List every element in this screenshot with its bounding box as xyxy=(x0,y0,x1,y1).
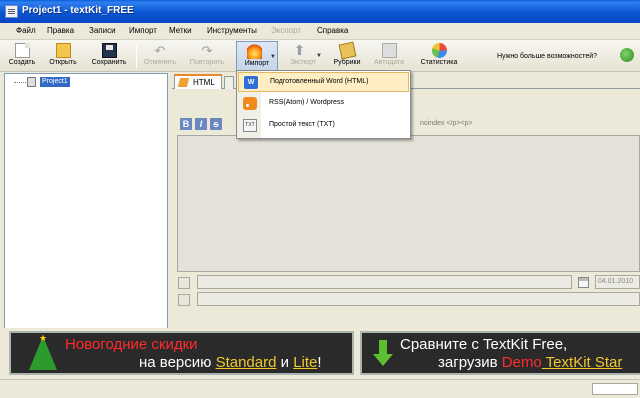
title-bar[interactable]: Project1 - textKit_FREE xyxy=(0,0,640,23)
import-button[interactable]: Импорт ▼ xyxy=(236,41,278,71)
menu-bar: Файл Правка Записи Импорт Метки Инструме… xyxy=(0,23,640,40)
export-button-label: Экспорт xyxy=(289,59,317,66)
html-tab-icon xyxy=(177,78,190,87)
italic-button[interactable]: I xyxy=(195,118,207,130)
star-icon: ★ xyxy=(39,333,48,343)
discount-banner-line1: Новогодние скидки xyxy=(65,336,198,353)
download-arrow-icon xyxy=(373,340,393,368)
create-button[interactable]: Создать xyxy=(4,41,40,71)
autodate-button-label: Автодата xyxy=(374,59,404,66)
save-button[interactable]: Сохранить xyxy=(86,41,132,71)
import-dropdown-menu: W Подготовленный Word (HTML) RSS(Atom) /… xyxy=(236,70,411,139)
discount-banner-exclamation: ! xyxy=(317,354,322,371)
rubrics-icon xyxy=(338,41,356,60)
tab-html[interactable]: HTML xyxy=(174,74,222,89)
rubrics-button-label: Рубрики xyxy=(333,59,361,66)
export-arrow-icon: ⬆ xyxy=(293,42,306,58)
import-txt-item[interactable]: TXT Простой текст (TXT) xyxy=(238,116,409,136)
format-tag-hints[interactable]: noindex </p><p> xyxy=(420,120,473,127)
app-icon xyxy=(5,5,18,18)
redo-button[interactable]: ↷ Повторить xyxy=(184,41,230,71)
undo-button-label: Отменить xyxy=(144,59,176,66)
tab-second[interactable] xyxy=(224,76,234,89)
discount-banner-line2: на версию Standard и Lite! xyxy=(139,354,322,371)
import-rss-item[interactable]: RSS(Atom) / Wordpress xyxy=(238,94,409,114)
redo-button-label: Повторить xyxy=(189,59,225,66)
menu-import[interactable]: Импорт xyxy=(129,26,157,35)
tree-root-node[interactable]: Project1 xyxy=(40,77,70,87)
import-button-label: Импорт xyxy=(244,60,270,67)
open-button-label: Открыть xyxy=(49,59,77,66)
bold-button[interactable]: B xyxy=(180,118,192,130)
menu-file[interactable]: Файл xyxy=(16,26,36,35)
app-window: Project1 - textKit_FREE Файл Правка Запи… xyxy=(0,0,640,398)
compare-banner-prefix: загрузив xyxy=(438,354,502,371)
tree-connector xyxy=(14,82,28,83)
menu-posts[interactable]: Записи xyxy=(89,26,116,35)
strike-button[interactable]: s xyxy=(210,118,222,130)
menu-tools[interactable]: Инструменты xyxy=(207,26,257,35)
new-document-icon xyxy=(14,43,30,58)
date-field[interactable]: 04.01.2010 xyxy=(595,275,640,289)
calendar-icon xyxy=(381,43,397,58)
discount-banner-and: и xyxy=(276,354,294,371)
menu-edit[interactable]: Правка xyxy=(47,26,74,35)
more-features-link[interactable]: Нужно больше возможностей? xyxy=(497,53,597,60)
lite-link[interactable]: Lite xyxy=(293,354,317,371)
pie-chart-icon xyxy=(431,43,447,58)
compare-banner[interactable]: Сравните с TextKit Free, загрузив Demo T… xyxy=(360,331,640,375)
status-bar xyxy=(0,379,640,398)
demo-text: Demo xyxy=(501,354,542,371)
import-dropdown-arrow-icon: ▼ xyxy=(270,54,276,60)
export-dropdown-arrow-icon: ▼ xyxy=(316,53,322,59)
project-file-icon xyxy=(27,77,36,87)
status-field xyxy=(592,383,638,395)
menu-help[interactable]: Справка xyxy=(317,26,348,35)
ad-banners: ★ Новогодние скидки на версию Standard и… xyxy=(0,328,640,378)
menu-tags[interactable]: Метки xyxy=(169,26,192,35)
tags-field-icon[interactable] xyxy=(178,277,190,289)
toolbar-separator xyxy=(136,44,137,68)
window-title: Project1 - textKit_FREE xyxy=(22,5,134,16)
import-txt-label: Простой текст (TXT) xyxy=(269,121,335,128)
textkit-star-link[interactable]: TextKit Star xyxy=(542,354,623,371)
discount-banner[interactable]: ★ Новогодние скидки на версию Standard и… xyxy=(9,331,354,375)
rubrics-button[interactable]: Рубрики xyxy=(328,41,366,71)
word-icon: W xyxy=(244,76,258,89)
create-button-label: Создать xyxy=(8,59,36,66)
tags-input[interactable] xyxy=(197,275,572,289)
tab-html-label: HTML xyxy=(193,78,215,87)
autodate-button[interactable]: Автодата xyxy=(368,41,410,71)
import-word-html-label: Подготовленный Word (HTML) xyxy=(270,78,369,85)
date-picker-icon[interactable] xyxy=(578,277,589,288)
project-tree[interactable]: Project1 xyxy=(4,73,168,371)
export-button[interactable]: ⬆ Экспорт ▼ xyxy=(282,41,324,71)
compare-banner-line1: Сравните с TextKit Free, xyxy=(400,336,568,353)
save-button-label: Сохранить xyxy=(91,59,127,66)
statistics-button-label: Статистика xyxy=(420,59,458,66)
txt-file-icon: TXT xyxy=(243,119,257,132)
save-disk-icon xyxy=(101,43,117,58)
undo-button[interactable]: ↶ Отменить xyxy=(140,41,180,71)
rss-icon xyxy=(243,97,257,110)
editor-textarea[interactable] xyxy=(177,135,640,272)
more-features-icon[interactable] xyxy=(620,48,634,62)
undo-icon: ↶ xyxy=(154,43,166,58)
open-folder-icon xyxy=(55,43,71,58)
title-field-icon[interactable] xyxy=(178,294,190,306)
compare-banner-line2: загрузив Demo TextKit Star xyxy=(438,354,622,371)
title-input[interactable] xyxy=(197,292,640,306)
discount-banner-prefix: на версию xyxy=(139,354,216,371)
standard-link[interactable]: Standard xyxy=(216,354,277,371)
import-rss-label: RSS(Atom) / Wordpress xyxy=(269,99,344,106)
import-word-html-item[interactable]: W Подготовленный Word (HTML) xyxy=(238,72,409,92)
statistics-button[interactable]: Статистика xyxy=(414,41,464,71)
open-button[interactable]: Открыть xyxy=(44,41,82,71)
import-flame-icon xyxy=(247,44,262,59)
redo-icon: ↷ xyxy=(201,43,213,58)
menu-export: Экспорт xyxy=(271,26,302,35)
